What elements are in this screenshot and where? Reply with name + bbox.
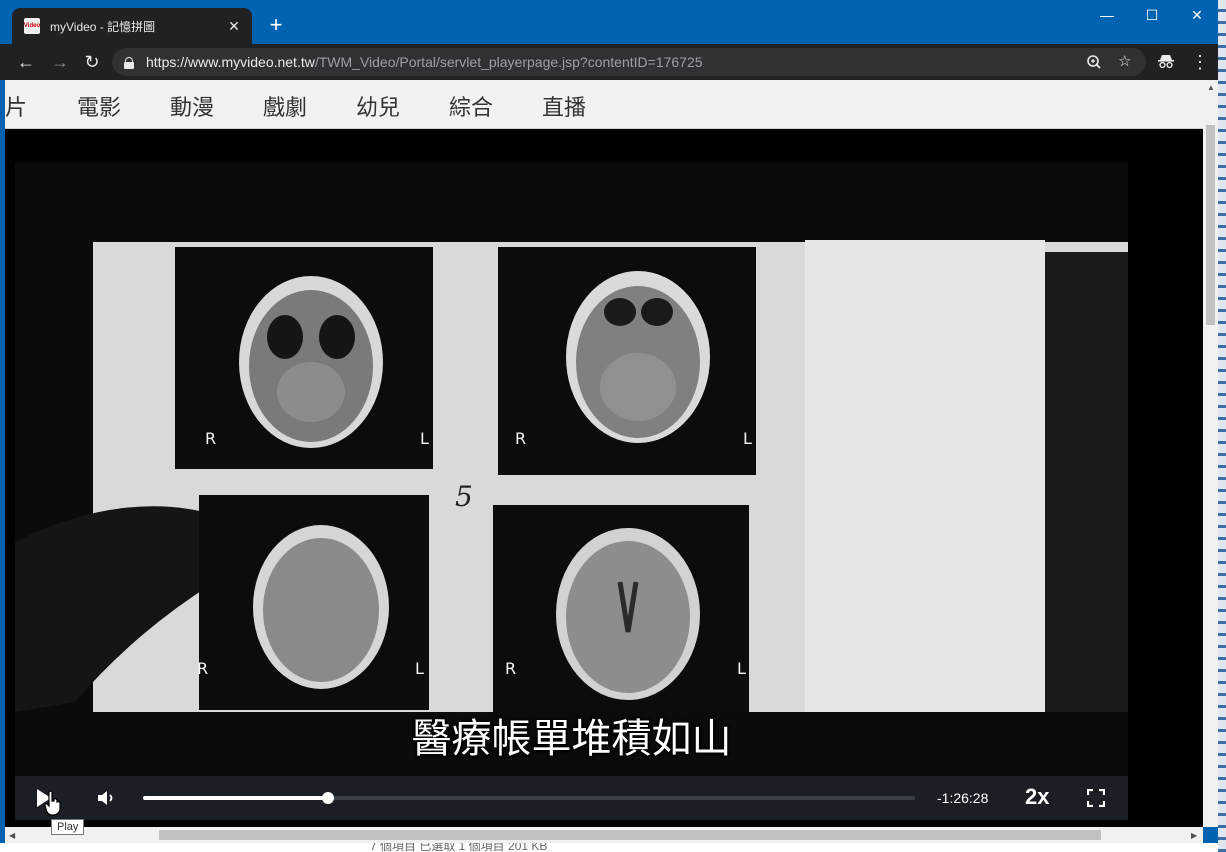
url-path: /TWM_Video/Portal/servlet_playerpage.jsp… bbox=[314, 54, 703, 70]
reload-icon[interactable]: ↻ bbox=[80, 50, 104, 74]
tab-close-icon[interactable]: ✕ bbox=[226, 18, 242, 35]
bookmark-star-icon[interactable]: ☆ bbox=[1118, 52, 1131, 70]
volume-icon[interactable] bbox=[95, 786, 119, 810]
svg-text:L: L bbox=[420, 429, 429, 448]
browser-window: Video myVideo - 記憶拼圖 ✕ + — ☐ ✕ ← → ↻ htt… bbox=[0, 0, 1218, 852]
address-bar[interactable]: https://www.myvideo.net.tw/TWM_Video/Por… bbox=[112, 48, 1146, 76]
site-nav-item-drama[interactable]: 戲劇 bbox=[263, 90, 307, 122]
vertical-scrollbar[interactable]: ▲ bbox=[1203, 80, 1218, 827]
seek-bar[interactable] bbox=[143, 792, 915, 804]
browser-toolbar: ← → ↻ https://www.myvideo.net.tw/TWM_Vid… bbox=[0, 44, 1218, 80]
horizontal-scrollbar[interactable]: ◀ ▶ bbox=[5, 827, 1203, 843]
vertical-scroll-thumb[interactable] bbox=[1206, 125, 1215, 325]
hand-cursor-icon bbox=[44, 790, 61, 816]
seek-bar-played bbox=[143, 796, 329, 800]
explorer-status-text: 7 個項目 已選取 1 個項目 201 KB bbox=[370, 843, 548, 852]
site-nav: 片 電影 動漫 戲劇 幼兒 綜合 直播 bbox=[5, 80, 1203, 129]
browser-tab[interactable]: Video myVideo - 記憶拼圖 ✕ bbox=[12, 8, 252, 44]
page-viewport: 片 電影 動漫 戲劇 幼兒 綜合 直播 R L R L R L R L 5 醫療… bbox=[5, 80, 1203, 827]
site-nav-item-kids[interactable]: 幼兒 bbox=[356, 90, 400, 122]
back-arrow-icon[interactable]: ← bbox=[14, 50, 38, 74]
site-favicon-icon: Video bbox=[24, 18, 40, 34]
site-nav-item-variety[interactable]: 綜合 bbox=[449, 90, 493, 122]
scroll-right-arrow-icon[interactable]: ▶ bbox=[1191, 831, 1197, 840]
video-subtitle: 醫療帳單堆積如山 bbox=[411, 716, 732, 762]
svg-text:R: R bbox=[515, 429, 526, 448]
svg-text:R: R bbox=[197, 659, 208, 678]
site-nav-item-anime[interactable]: 動漫 bbox=[170, 90, 214, 122]
site-nav-item-partial[interactable]: 片 bbox=[5, 90, 27, 122]
site-nav-item-movies[interactable]: 電影 bbox=[77, 90, 121, 122]
tab-strip: Video myVideo - 記憶拼圖 ✕ + — ☐ ✕ bbox=[0, 0, 1218, 44]
time-remaining: -1:26:28 bbox=[937, 790, 989, 806]
lock-icon bbox=[124, 57, 134, 69]
tab-title: myVideo - 記憶拼圖 bbox=[50, 19, 156, 34]
video-player[interactable]: R L R L R L R L 5 醫療帳單堆積如山 bbox=[15, 162, 1128, 776]
scroll-up-arrow-icon[interactable]: ▲ bbox=[1207, 83, 1215, 92]
scan-number: 5 bbox=[455, 480, 473, 513]
svg-text:L: L bbox=[415, 659, 424, 678]
url-host: https://www.myvideo.net.tw bbox=[146, 54, 315, 70]
menu-dots-icon[interactable]: ⋮ bbox=[1188, 50, 1212, 74]
zoom-icon[interactable] bbox=[1086, 52, 1102, 72]
new-tab-button[interactable]: + bbox=[264, 12, 288, 38]
svg-text:R: R bbox=[205, 429, 216, 448]
horizontal-scroll-thumb[interactable] bbox=[159, 830, 1101, 840]
seek-handle[interactable] bbox=[322, 792, 335, 804]
forward-arrow-icon[interactable]: → bbox=[48, 50, 72, 74]
video-frame: R L R L R L R L 5 bbox=[15, 162, 1128, 776]
play-tooltip: Play bbox=[51, 819, 85, 835]
playback-speed-button[interactable]: 2x bbox=[1025, 784, 1049, 810]
explorer-status-strip: 7 個項目 已選取 1 個項目 201 KB bbox=[0, 843, 1218, 852]
incognito-icon[interactable] bbox=[1154, 50, 1178, 74]
svg-text:R: R bbox=[505, 659, 516, 678]
svg-text:L: L bbox=[743, 429, 752, 448]
fullscreen-icon[interactable] bbox=[1087, 789, 1105, 807]
desktop-background bbox=[1218, 0, 1226, 852]
scroll-left-arrow-icon[interactable]: ◀ bbox=[9, 831, 15, 840]
minimize-button[interactable]: — bbox=[1084, 0, 1130, 30]
svg-text:L: L bbox=[737, 659, 746, 678]
close-window-button[interactable]: ✕ bbox=[1174, 0, 1220, 30]
maximize-button[interactable]: ☐ bbox=[1129, 0, 1175, 30]
player-controls: -1:26:28 2x bbox=[15, 776, 1128, 820]
site-nav-item-live[interactable]: 直播 bbox=[542, 90, 586, 122]
